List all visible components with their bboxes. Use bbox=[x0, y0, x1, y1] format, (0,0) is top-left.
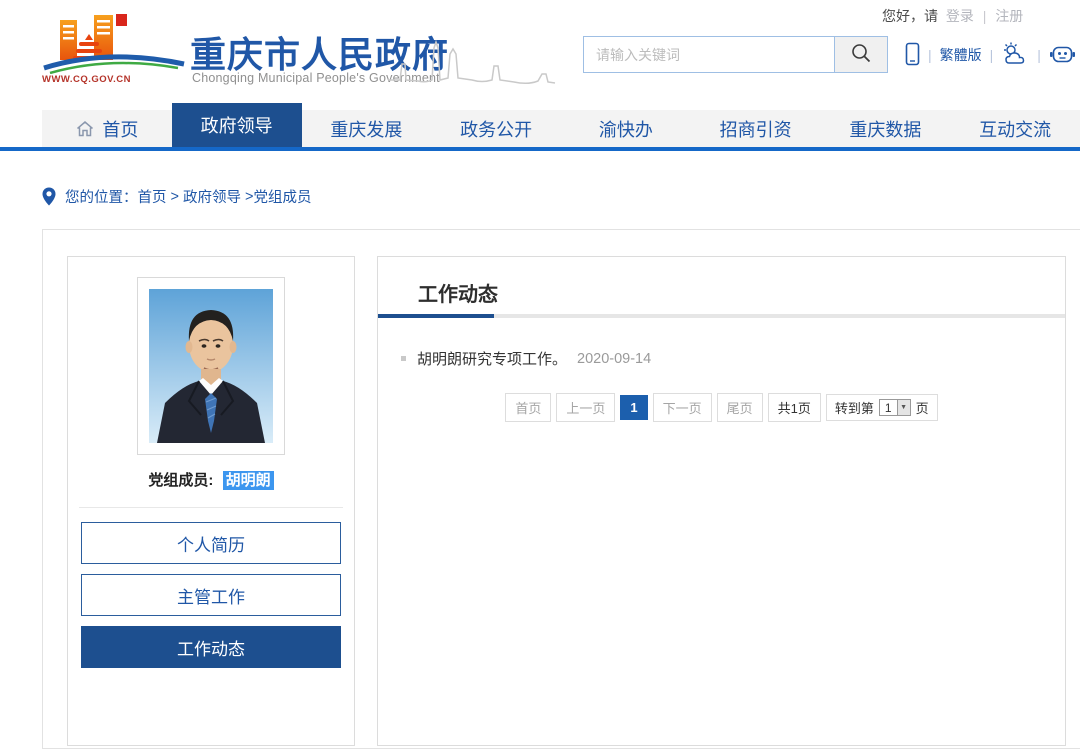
nav-item-label: 重庆发展 bbox=[330, 116, 402, 142]
breadcrumb: 您的位置： 首页 > 政府领导 > 党组成员 bbox=[42, 186, 312, 207]
goto-page-select[interactable]: 1 ▼ bbox=[879, 399, 911, 416]
nav-item-chongqing-development[interactable]: 重庆发展 bbox=[302, 110, 432, 147]
nav-item-label: 政府领导 bbox=[201, 112, 273, 138]
role-label: 党组成员: bbox=[148, 472, 213, 489]
heading-underline bbox=[378, 314, 1065, 318]
location-pin-icon bbox=[42, 187, 56, 206]
nav-item-label: 互动交流 bbox=[979, 116, 1051, 142]
section-title: 工作动态 bbox=[378, 257, 1065, 314]
nav-item-label: 首页 bbox=[102, 116, 138, 142]
sidebar-divider bbox=[79, 507, 343, 508]
nav-item-yukuaiban[interactable]: 渝快办 bbox=[561, 110, 691, 147]
menu-personal-resume[interactable]: 个人简历 bbox=[81, 522, 341, 564]
heading-underline-accent bbox=[378, 314, 494, 318]
menu-label: 个人简历 bbox=[177, 531, 245, 556]
nav-item-label: 政务公开 bbox=[460, 116, 532, 142]
skyline-decoration-icon bbox=[388, 34, 556, 93]
official-name: 胡明朗 bbox=[223, 471, 274, 490]
nav-item-interaction[interactable]: 互动交流 bbox=[950, 110, 1080, 147]
article-list-item: 胡明朗研究专项工作。 2020-09-14 bbox=[401, 348, 1065, 369]
pagination-goto: 转到第 1 ▼ 页 bbox=[826, 394, 938, 421]
logo-caption: WWW.CQ.GOV.CN bbox=[42, 74, 131, 85]
breadcrumb-current: 党组成员 bbox=[254, 186, 312, 207]
nav-item-government-affairs[interactable]: 政务公开 bbox=[431, 110, 561, 147]
official-portrait-photo bbox=[137, 277, 285, 455]
site-logo[interactable]: WWW.CQ.GOV.CN bbox=[38, 12, 190, 92]
main-nav: 首页 政府领导 重庆发展 政务公开 渝快办 招商引资 重庆数据 互动交流 bbox=[42, 110, 1080, 147]
nav-item-label: 渝快办 bbox=[599, 116, 653, 142]
profile-name-row: 党组成员: 胡明朗 bbox=[68, 469, 354, 490]
pagination-current-page[interactable]: 1 bbox=[620, 395, 647, 420]
nav-item-home[interactable]: 首页 bbox=[42, 110, 172, 147]
bullet-icon bbox=[401, 356, 406, 361]
breadcrumb-section[interactable]: 政府领导 bbox=[183, 186, 241, 207]
pagination: 首页 上一页 1 下一页 尾页 共1页 转到第 1 ▼ 页 bbox=[378, 393, 1065, 422]
login-link[interactable]: 登录 bbox=[946, 8, 974, 24]
traditional-chinese-link[interactable]: 繁體版 bbox=[940, 45, 982, 65]
nav-accent-line bbox=[0, 147, 1080, 151]
quick-separator: | bbox=[990, 47, 994, 63]
breadcrumb-prefix: 您的位置： bbox=[65, 186, 138, 207]
weather-icon[interactable] bbox=[1001, 41, 1029, 70]
goto-prefix-label: 转到第 bbox=[835, 398, 874, 417]
nav-item-label: 招商引资 bbox=[720, 116, 792, 142]
nav-item-investment[interactable]: 招商引资 bbox=[691, 110, 821, 147]
breadcrumb-home[interactable]: 首页 bbox=[138, 186, 167, 207]
pagination-last-button[interactable]: 尾页 bbox=[717, 393, 763, 422]
menu-work-updates[interactable]: 工作动态 bbox=[81, 626, 341, 668]
robot-assistant-icon[interactable] bbox=[1049, 42, 1076, 69]
user-bar-separator: | bbox=[983, 8, 987, 24]
nav-item-label: 重庆数据 bbox=[849, 116, 921, 142]
mobile-version-icon[interactable] bbox=[905, 42, 920, 69]
quick-separator: | bbox=[928, 47, 932, 63]
user-bar: 您好，请 登录 | 注册 bbox=[882, 6, 1023, 26]
menu-label: 主管工作 bbox=[177, 583, 245, 608]
header-quick-links: | 繁體版 | | bbox=[905, 42, 1076, 68]
article-title[interactable]: 胡明朗研究专项工作。 bbox=[417, 348, 567, 369]
register-link[interactable]: 注册 bbox=[995, 8, 1023, 24]
search-input[interactable] bbox=[584, 37, 834, 72]
menu-label: 工作动态 bbox=[177, 635, 245, 660]
menu-responsibilities[interactable]: 主管工作 bbox=[81, 574, 341, 616]
nav-item-government-leaders[interactable]: 政府领导 bbox=[172, 103, 302, 147]
search-button[interactable] bbox=[834, 37, 887, 72]
search-box bbox=[583, 36, 888, 73]
goto-page-value: 1 bbox=[880, 400, 897, 415]
quick-separator: | bbox=[1037, 47, 1041, 63]
breadcrumb-separator: > bbox=[241, 189, 254, 205]
greeting-text: 您好，请 bbox=[882, 8, 938, 24]
search-icon bbox=[849, 41, 873, 68]
dropdown-arrow-icon: ▼ bbox=[897, 400, 910, 415]
nav-item-chongqing-data[interactable]: 重庆数据 bbox=[821, 110, 951, 147]
pagination-next-button[interactable]: 下一页 bbox=[653, 393, 712, 422]
breadcrumb-separator: > bbox=[167, 189, 184, 205]
article-date: 2020-09-14 bbox=[577, 351, 651, 367]
pagination-prev-button[interactable]: 上一页 bbox=[556, 393, 615, 422]
goto-suffix-label: 页 bbox=[916, 398, 929, 417]
pagination-first-button[interactable]: 首页 bbox=[505, 393, 551, 422]
home-icon bbox=[75, 119, 95, 138]
pagination-total-pages: 共1页 bbox=[768, 393, 821, 422]
